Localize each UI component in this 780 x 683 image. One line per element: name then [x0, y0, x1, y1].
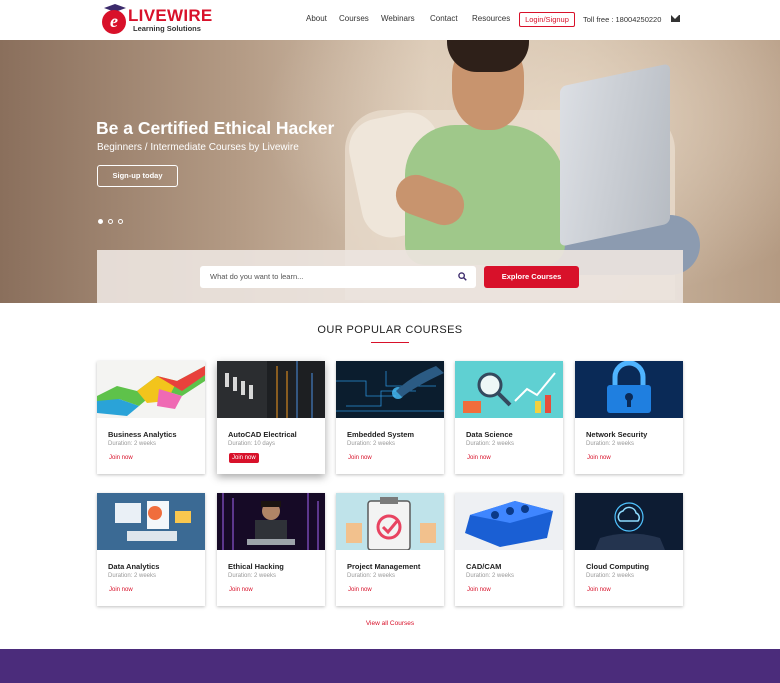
nav-courses[interactable]: Courses [339, 14, 369, 23]
join-now-link[interactable]: Join now [348, 587, 372, 593]
course-duration: Duration: 2 weeks [347, 441, 396, 447]
course-image-hacker [217, 493, 325, 550]
carousel-dot-3[interactable] [118, 219, 123, 224]
course-card[interactable]: CAD/CAM Duration: 2 weeks Join now [455, 493, 563, 606]
course-image-circuit [336, 361, 444, 418]
course-title: CAD/CAM [466, 562, 502, 571]
course-title: Cloud Computing [586, 562, 649, 571]
tollfree-number: Toll free : 18004250220 [583, 15, 662, 24]
carousel-dot-1[interactable] [98, 219, 103, 224]
mail-icon[interactable] [671, 15, 680, 22]
search-placeholder: What do you want to learn... [210, 272, 304, 281]
livewire-logo[interactable]: e LIVEWIRE Learning Solutions [102, 4, 214, 36]
course-image-data-science [455, 361, 563, 418]
view-all-courses-link[interactable]: View all Courses [0, 620, 780, 627]
course-title: Network Security [586, 430, 648, 439]
logo-wordmark: LIVEWIRE [128, 6, 213, 25]
course-duration: Duration: 10 days [228, 441, 276, 447]
hero-title: Be a Certified Ethical Hacker [96, 118, 335, 138]
course-duration: Duration: 2 weeks [586, 573, 635, 579]
course-image-clipboard [336, 493, 444, 550]
course-duration: Duration: 2 weeks [586, 441, 635, 447]
nav-contact[interactable]: Contact [430, 14, 458, 23]
course-duration: Duration: 2 weeks [466, 573, 515, 579]
course-image-engine [455, 493, 563, 550]
join-now-link[interactable]: Join now [229, 587, 253, 593]
nav-webinars[interactable]: Webinars [381, 14, 415, 23]
course-title: Embedded System [347, 430, 415, 439]
carousel-dot-2[interactable] [108, 219, 113, 224]
search-input[interactable]: What do you want to learn... [200, 266, 476, 288]
course-image-analytics [97, 493, 205, 550]
course-card[interactable]: Ethical Hacking Duration: 2 weeks Join n… [217, 493, 325, 606]
join-now-link[interactable]: Join now [109, 587, 133, 593]
explore-courses-button[interactable]: Explore Courses [484, 266, 579, 288]
course-card[interactable]: Embedded System Duration: 2 weeks Join n… [336, 361, 444, 474]
course-duration: Duration: 2 weeks [466, 441, 515, 447]
site-header: e LIVEWIRE Learning Solutions About Cour… [0, 0, 780, 40]
join-now-link[interactable]: Join now [467, 587, 491, 593]
hero-image-laptop [560, 63, 670, 247]
login-signup-button[interactable]: Login/Signup [519, 12, 575, 27]
course-title: Ethical Hacking [228, 562, 284, 571]
course-card[interactable]: Data Science Duration: 2 weeks Join now [455, 361, 563, 474]
join-now-link[interactable]: Join now [467, 455, 491, 461]
course-title: Data Science [466, 430, 513, 439]
join-now-link[interactable]: Join now [348, 455, 372, 461]
course-image-padlock [575, 361, 683, 418]
hero-subtitle: Beginners / Intermediate Courses by Live… [97, 142, 299, 153]
course-card[interactable]: AutoCAD Electrical Duration: 10 days Joi… [217, 361, 325, 474]
course-card[interactable]: Project Management Duration: 2 weeks Joi… [336, 493, 444, 606]
search-icon[interactable] [458, 272, 467, 281]
course-image-cloud [575, 493, 683, 550]
course-title: Data Analytics [108, 562, 160, 571]
course-duration: Duration: 2 weeks [108, 573, 157, 579]
course-title: AutoCAD Electrical [228, 430, 297, 439]
title-underline [371, 342, 409, 343]
course-card[interactable]: Cloud Computing Duration: 2 weeks Join n… [575, 493, 683, 606]
course-duration: Duration: 2 weeks [228, 573, 277, 579]
course-card[interactable]: Data Analytics Duration: 2 weeks Join no… [97, 493, 205, 606]
join-now-link[interactable]: Join now [587, 455, 611, 461]
nav-resources[interactable]: Resources [472, 14, 510, 23]
join-now-button[interactable]: Join now [229, 453, 259, 463]
join-now-link[interactable]: Join now [109, 455, 133, 461]
join-now-link[interactable]: Join now [587, 587, 611, 593]
logo-tagline: Learning Solutions [133, 24, 201, 33]
nav-about[interactable]: About [306, 14, 327, 23]
footer-band [0, 649, 780, 683]
course-image-electrical [217, 361, 325, 418]
section-title: OUR POPULAR COURSES [317, 324, 463, 336]
course-card[interactable]: Network Security Duration: 2 weeks Join … [575, 361, 683, 474]
signup-today-button[interactable]: Sign-up today [97, 165, 178, 187]
course-card[interactable]: Business Analytics Duration: 2 weeks Joi… [97, 361, 205, 474]
course-duration: Duration: 2 weeks [108, 441, 157, 447]
course-duration: Duration: 2 weeks [347, 573, 396, 579]
logo-initial: e [102, 10, 126, 34]
course-title: Project Management [347, 562, 421, 571]
course-title: Business Analytics [108, 430, 177, 439]
course-image-ribbon [97, 361, 205, 418]
